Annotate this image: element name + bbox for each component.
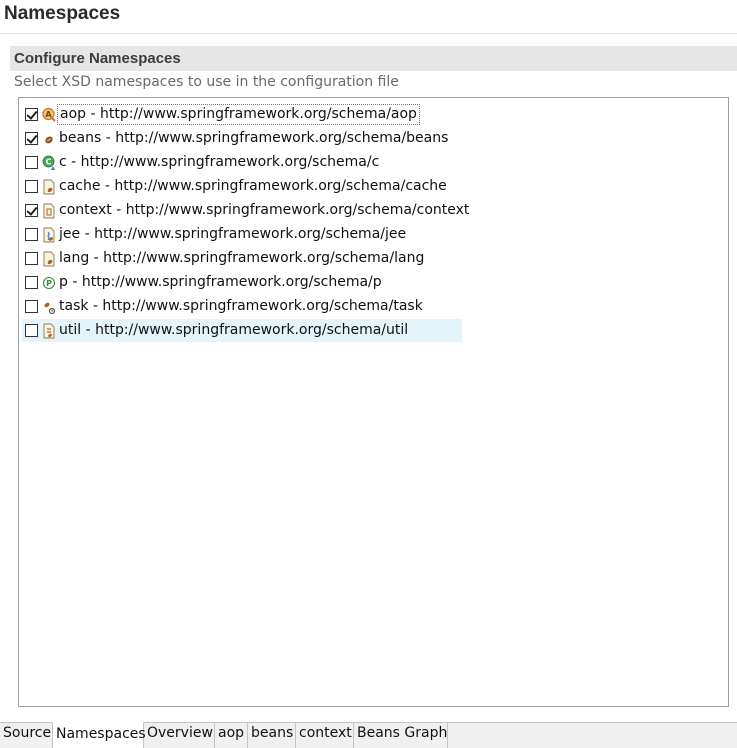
namespace-list[interactable]: A aop - http://www.springframework.org/s… (18, 97, 729, 707)
checkbox[interactable] (25, 156, 38, 169)
namespace-label: c - http://www.springframework.org/schem… (59, 154, 380, 170)
namespace-label: jee - http://www.springframework.org/sch… (59, 226, 407, 242)
jee-icon (43, 227, 55, 242)
checkbox[interactable] (25, 204, 38, 217)
bean-icon (45, 136, 53, 143)
namespace-row-jee[interactable]: jee - http://www.springframework.org/sch… (22, 223, 408, 246)
tab-overview[interactable]: Overview (144, 722, 215, 748)
namespace-row-util[interactable]: util - http://www.springframework.org/sc… (22, 319, 462, 342)
checkbox[interactable] (25, 252, 38, 265)
namespace-label: beans - http://www.springframework.org/s… (59, 130, 449, 146)
namespace-label: lang - http://www.springframework.org/sc… (59, 250, 425, 266)
namespace-label: util - http://www.springframework.org/sc… (59, 322, 409, 338)
namespace-row-cache[interactable]: cache - http://www.springframework.org/s… (22, 175, 449, 198)
namespace-row-task[interactable]: task - http://www.springframework.org/sc… (22, 295, 425, 318)
namespace-label: aop - http://www.springframework.org/sch… (57, 104, 420, 125)
namespace-row-context[interactable]: context - http://www.springframework.org… (22, 199, 471, 222)
editor-tab-bar: Source Namespaces Overview aop beans con… (0, 722, 737, 748)
section-header: Configure Namespaces (10, 46, 737, 71)
checkbox[interactable] (25, 324, 38, 337)
namespace-row-aop[interactable]: A aop - http://www.springframework.org/s… (22, 103, 420, 126)
namespace-row-lang[interactable]: lang - http://www.springframework.org/sc… (22, 247, 426, 270)
namespace-row-c[interactable]: C c - http://www.springframework.org/sch… (22, 151, 381, 174)
namespace-label: p - http://www.springframework.org/schem… (59, 274, 382, 290)
aop-icon: A (42, 107, 56, 122)
checkbox[interactable] (25, 276, 38, 289)
tab-aop[interactable]: aop (215, 722, 248, 748)
tab-context[interactable]: context (296, 722, 354, 748)
namespace-label: cache - http://www.springframework.org/s… (59, 178, 447, 194)
svg-text:P: P (46, 279, 52, 288)
checkbox[interactable] (25, 132, 38, 145)
checkbox[interactable] (25, 108, 38, 121)
tab-beans[interactable]: beans (248, 722, 296, 748)
namespace-row-p[interactable]: P p - http://www.springframework.org/sch… (22, 271, 384, 294)
page-title: Namespaces (4, 3, 121, 24)
c-namespace-icon: C (42, 155, 55, 170)
tab-source[interactable]: Source (0, 722, 53, 748)
p-namespace-icon: P (42, 276, 56, 289)
section-description: Select XSD namespaces to use in the conf… (14, 74, 399, 90)
checkbox[interactable] (25, 180, 38, 193)
tab-namespaces[interactable]: Namespaces (52, 722, 146, 748)
xml-file-icon (43, 179, 55, 194)
context-file-icon (43, 203, 55, 218)
tab-beans-graph[interactable]: Beans Graph (354, 722, 448, 748)
namespace-row-beans[interactable]: beans - http://www.springframework.org/s… (22, 127, 450, 150)
section-title: Configure Namespaces (14, 50, 181, 67)
util-icon (43, 323, 55, 338)
namespace-label: task - http://www.springframework.org/sc… (59, 298, 423, 314)
xml-file-icon (43, 251, 55, 266)
task-icon (44, 302, 56, 314)
checkbox[interactable] (25, 300, 38, 313)
page-header: Namespaces (0, 0, 737, 34)
checkbox[interactable] (25, 228, 38, 241)
namespace-label: context - http://www.springframework.org… (59, 202, 470, 218)
svg-text:C: C (46, 157, 52, 166)
